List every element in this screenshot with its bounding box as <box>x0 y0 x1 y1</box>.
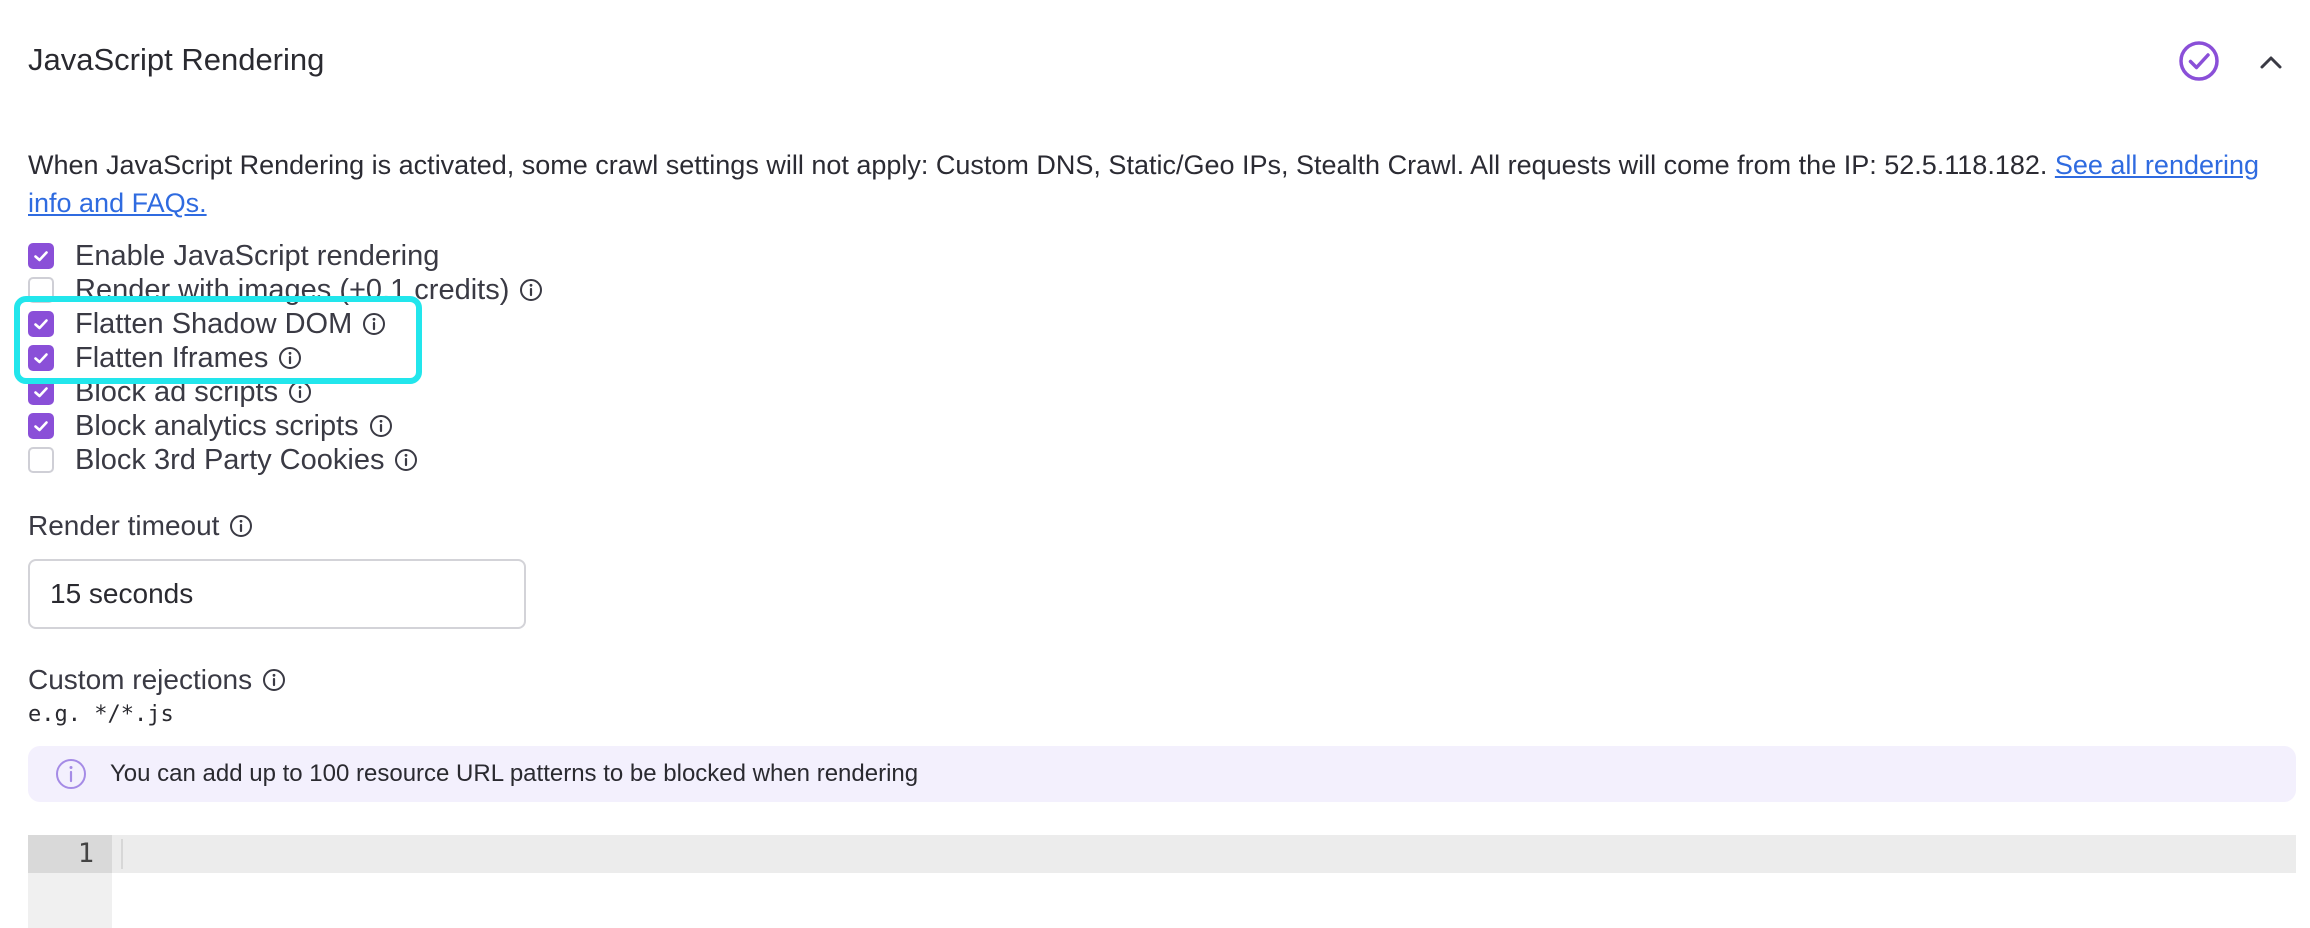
code-editor[interactable]: 1 <box>28 835 2296 928</box>
checkbox-checked[interactable] <box>28 243 54 269</box>
info-circle-icon <box>56 759 86 789</box>
info-icon[interactable] <box>394 448 418 472</box>
editor-active-line[interactable] <box>112 835 2296 873</box>
info-icon[interactable] <box>262 668 286 692</box>
checkbox-checked[interactable] <box>28 413 54 439</box>
render-timeout-label: Render timeout <box>28 510 253 542</box>
info-banner: You can add up to 100 resource URL patte… <box>28 746 2296 802</box>
custom-rejections-label: Custom rejections <box>28 664 286 696</box>
editor-caret <box>121 839 123 869</box>
notice-text: When JavaScript Rendering is activated, … <box>28 150 2055 180</box>
info-icon[interactable] <box>229 514 253 538</box>
option-label: Block analytics scripts <box>75 409 359 442</box>
option-label: Block 3rd Party Cookies <box>75 443 385 476</box>
option-label: Enable JavaScript rendering <box>75 239 440 272</box>
example-pattern: e.g. */*.js <box>28 702 174 727</box>
option-block-3rd-party-cookies[interactable]: Block 3rd Party Cookies <box>28 443 418 477</box>
option-block-analytics-scripts[interactable]: Block analytics scripts <box>28 409 393 443</box>
custom-rejections-text: Custom rejections <box>28 664 253 695</box>
highlight-box <box>14 296 422 384</box>
rendering-notice: When JavaScript Rendering is activated, … <box>28 146 2298 222</box>
chevron-up-icon[interactable] <box>2256 48 2286 78</box>
info-icon[interactable] <box>369 414 393 438</box>
render-timeout-select[interactable]: 15 seconds <box>28 559 526 629</box>
render-timeout-text: Render timeout <box>28 510 220 541</box>
render-timeout-value: 15 seconds <box>50 578 194 609</box>
section-title: JavaScript Rendering <box>28 42 325 77</box>
checkbox-unchecked[interactable] <box>28 447 54 473</box>
line-number: 1 <box>77 838 94 869</box>
banner-text: You can add up to 100 resource URL patte… <box>110 760 919 787</box>
info-icon[interactable] <box>519 278 543 302</box>
option-enable-js-rendering[interactable]: Enable JavaScript rendering <box>28 239 439 273</box>
check-circle-icon <box>2179 41 2219 81</box>
